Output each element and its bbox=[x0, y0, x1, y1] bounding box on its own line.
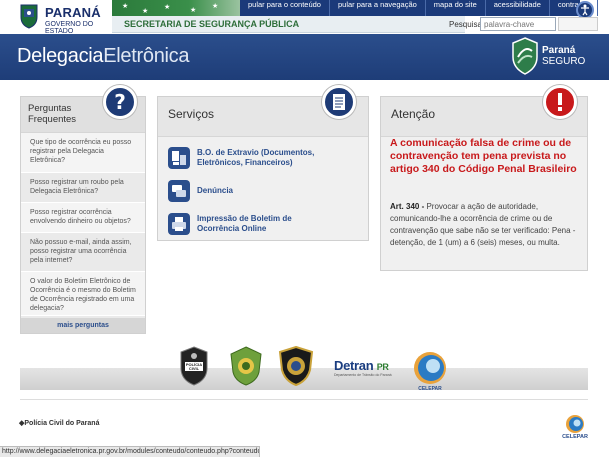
star-icon: ★ bbox=[122, 3, 129, 10]
celepar-logo[interactable]: CELEPAR bbox=[413, 348, 447, 398]
documents-icon bbox=[168, 147, 190, 169]
faq-list: Que tipo de ocorrência eu posso registra… bbox=[21, 133, 145, 316]
shield-icon bbox=[512, 37, 538, 75]
faq-title-line2: Frequentes bbox=[28, 114, 77, 125]
service-item-denuncia[interactable]: Denúncia bbox=[168, 176, 332, 206]
detran-name: Detran bbox=[334, 358, 374, 373]
service-label: Impressão de Boletim de Ocorrência Onlin… bbox=[197, 214, 292, 233]
parana-seguro-line2: SEGURO bbox=[542, 56, 586, 67]
faq-item[interactable]: Posso registrar ocorrência envolvendo di… bbox=[21, 203, 145, 233]
site-map-link[interactable]: mapa do site bbox=[426, 0, 486, 16]
secretaria-title: SECRETARIA DE SEGURANÇA PÚBLICA bbox=[112, 16, 465, 33]
detran-subtitle: Departamento de Trânsito do Paraná bbox=[334, 373, 392, 377]
coat-of-arms-icon bbox=[20, 4, 38, 29]
parana-seguro-logo[interactable]: Paraná SEGURO bbox=[512, 37, 597, 77]
browser-status-bar: http://www.delegaciaeletronica.pr.gov.br… bbox=[0, 446, 260, 457]
star-icon: ★ bbox=[142, 8, 149, 15]
printer-icon bbox=[168, 213, 190, 235]
page: PARANÁ GOVERNO DO ESTADO ★ ★ ★ ★ ★ pular… bbox=[0, 0, 609, 457]
site-title-bold: Delegacia bbox=[17, 45, 104, 67]
faq-item[interactable]: Que tipo de ocorrência eu posso registra… bbox=[21, 133, 145, 173]
star-icon: ★ bbox=[190, 7, 197, 14]
faq-item[interactable]: Não possuo e-mail, ainda assim, posso re… bbox=[21, 233, 145, 272]
faq-header: Perguntas Frequentes ? bbox=[21, 85, 145, 133]
parana-logo[interactable]: PARANÁ GOVERNO DO ESTADO bbox=[18, 2, 113, 35]
skip-to-content-link[interactable]: pular para o conteúdo bbox=[240, 0, 330, 16]
search-input[interactable] bbox=[480, 17, 556, 31]
service-item-impressao[interactable]: Impressão de Boletim de Ocorrência Onlin… bbox=[168, 209, 332, 239]
celepar-text: CELEPAR bbox=[418, 386, 442, 392]
policia-civil-badge[interactable]: POLÍCIA CIVIL bbox=[178, 346, 210, 386]
site-title-light: Eletrônica bbox=[103, 45, 190, 67]
policia-civil-text: POLÍCIA CIVIL bbox=[185, 362, 203, 371]
attention-title: Atenção bbox=[391, 107, 436, 121]
detran-pr: PR bbox=[376, 362, 389, 372]
star-icon: ★ bbox=[212, 3, 219, 10]
attention-text: Art. 340 - Provocar a ação de autoridade… bbox=[390, 201, 585, 249]
font-increase-link[interactable]: A+ bbox=[598, 0, 609, 16]
accessibility-link[interactable]: acessibilidade bbox=[486, 0, 550, 16]
service-label: B.O. de Extravio (Documentos, Eletrônico… bbox=[197, 148, 315, 167]
footer-text: ◆Polícia Civil do Paraná bbox=[19, 420, 100, 427]
gov-subtitle: GOVERNO DO ESTADO bbox=[45, 21, 94, 35]
services-header: Serviços bbox=[158, 85, 368, 137]
faq-item[interactable]: Posso registrar um roubo pela Delegacia … bbox=[21, 173, 145, 203]
faq-panel: Perguntas Frequentes ? Que tipo de ocorr… bbox=[20, 85, 146, 334]
top-links: pular para o conteúdo pular para a naveg… bbox=[240, 0, 609, 16]
service-item-extravio[interactable]: B.O. de Extravio (Documentos, Eletrônico… bbox=[168, 143, 332, 173]
more-questions-link[interactable]: mais perguntas bbox=[21, 318, 145, 333]
exclamation-icon bbox=[543, 85, 577, 119]
faq-item[interactable]: O valor do Boletim Eletrônico de Ocorrên… bbox=[21, 272, 145, 316]
chat-icon bbox=[168, 180, 190, 202]
question-mark-icon: ? bbox=[103, 85, 137, 119]
faq-title: Perguntas Frequentes bbox=[28, 103, 76, 125]
partners-strip: POLÍCIA CIVIL Detran PR Departamento de … bbox=[20, 340, 588, 400]
service-label: Denúncia bbox=[197, 186, 234, 195]
site-title[interactable]: DelegaciaEletrônica bbox=[17, 45, 189, 68]
flag-band: ★ ★ ★ ★ ★ bbox=[112, 0, 240, 16]
svg-text:?: ? bbox=[114, 90, 126, 114]
detran-text: Detran PR bbox=[334, 358, 389, 373]
footer-celepar-text: CELEPAR bbox=[562, 434, 588, 440]
parana-seguro-text: Paraná SEGURO bbox=[542, 45, 585, 67]
document-list-icon bbox=[322, 85, 356, 119]
faq-title-line1: Perguntas bbox=[28, 103, 72, 114]
government-bar: PARANÁ GOVERNO DO ESTADO ★ ★ ★ ★ ★ pular… bbox=[0, 0, 609, 35]
article-label: Art. 340 - bbox=[390, 202, 425, 211]
search-button[interactable] bbox=[558, 17, 598, 31]
detran-logo[interactable]: Detran PR Departamento de Trânsito do Pa… bbox=[334, 358, 404, 384]
policia-militar-badge[interactable] bbox=[229, 346, 263, 386]
star-icon: ★ bbox=[164, 4, 171, 11]
attention-warning: A comunicação falsa de crime ou de contr… bbox=[390, 137, 577, 175]
services-list: B.O. de Extravio (Documentos, Eletrônico… bbox=[168, 143, 332, 242]
services-panel: Serviços B.O. de Extravio (Documentos, E… bbox=[157, 85, 369, 242]
gov-name: PARANÁ bbox=[45, 5, 101, 20]
skip-to-navigation-link[interactable]: pular para a navegação bbox=[330, 0, 426, 16]
services-title: Serviços bbox=[168, 107, 215, 121]
footer-celepar-logo[interactable]: CELEPAR bbox=[560, 414, 590, 442]
parana-seguro-line1: Paraná bbox=[542, 45, 576, 56]
attention-header: Atenção bbox=[381, 85, 587, 137]
footer-label: Polícia Civil do Paraná bbox=[24, 420, 100, 427]
policia-cientifica-badge[interactable] bbox=[278, 346, 314, 386]
attention-panel: Atenção A comunicação falsa de crime ou … bbox=[380, 85, 588, 271]
